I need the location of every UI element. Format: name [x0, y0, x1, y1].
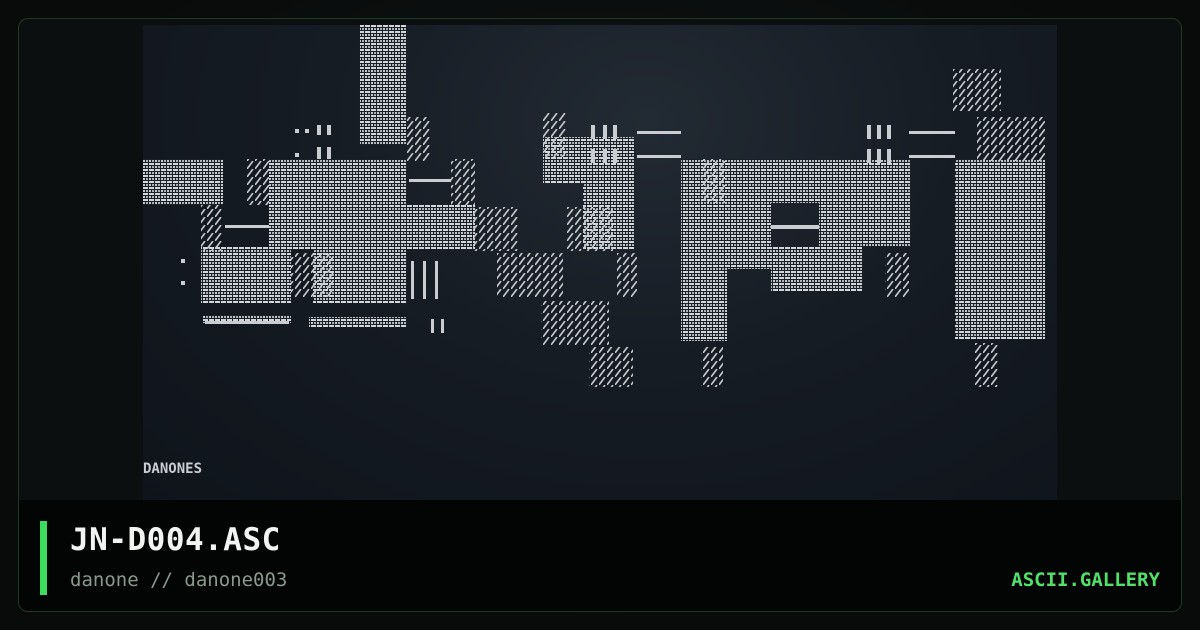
art-dot [409, 179, 451, 182]
caption-bar: JN-D004.ASC danone // danone003 ASCII.GA… [19, 500, 1181, 611]
art-dot [441, 319, 444, 333]
art-stroke [543, 113, 567, 157]
art-stroke [953, 69, 1001, 111]
art-stroke [567, 207, 613, 251]
art-dot [423, 261, 426, 299]
art-dot [295, 153, 299, 157]
art-dot [887, 125, 891, 139]
art-block [681, 203, 771, 269]
art-stroke [701, 347, 723, 387]
art-dot [613, 125, 617, 139]
art-block [771, 247, 863, 291]
art-dot [591, 149, 595, 163]
ascii-art-preview: DANONES [143, 25, 1057, 501]
art-stroke [473, 207, 519, 251]
art-dot [181, 259, 185, 263]
art-dot [867, 125, 871, 139]
art-block [955, 159, 1045, 339]
art-stroke [247, 159, 269, 205]
og-card: DANONES JN-D004.ASC danone // danone003 … [0, 0, 1200, 630]
art-dot [909, 131, 955, 134]
art-dot [327, 125, 331, 135]
art-dot [411, 261, 414, 299]
art-dot [317, 147, 321, 159]
art-stroke [701, 159, 725, 203]
art-dot [613, 149, 617, 163]
art-block [201, 247, 291, 303]
art-dot [591, 125, 595, 139]
art-stroke [589, 347, 633, 387]
art-block [143, 159, 223, 205]
art-dot [909, 155, 955, 158]
art-dot [877, 149, 881, 163]
art-block [681, 269, 727, 341]
art-stroke [291, 253, 335, 297]
art-dot [877, 125, 881, 139]
art-block [360, 25, 406, 145]
art-stroke [885, 253, 909, 297]
card-frame: DANONES JN-D004.ASC danone // danone003 … [18, 18, 1182, 612]
file-subtitle: danone // danone003 [70, 569, 288, 591]
art-dot [435, 261, 438, 299]
art-dot [637, 155, 681, 158]
art-dot [205, 321, 289, 324]
art-dot [771, 225, 819, 229]
art-stroke [975, 343, 999, 387]
site-brand: ASCII.GALLERY [1011, 569, 1160, 591]
art-dot [603, 149, 607, 163]
art-dot [603, 125, 607, 139]
art-block [309, 317, 407, 327]
art-dot [867, 149, 871, 163]
art-stroke [497, 253, 563, 297]
art-stroke [451, 159, 475, 205]
ascii-art-image: DANONES [143, 25, 1045, 477]
art-block [819, 203, 911, 247]
art-block [407, 205, 475, 249]
art-dot [327, 147, 331, 159]
art-stroke [201, 205, 223, 251]
art-dot [317, 125, 321, 135]
art-dot [305, 129, 309, 133]
file-title: JN-D004.ASC [70, 522, 281, 558]
art-stroke [977, 117, 1045, 161]
art-block [269, 159, 407, 249]
art-dot [225, 225, 269, 228]
art-stroke [407, 117, 431, 161]
art-dot [431, 319, 434, 333]
art-dot [887, 149, 891, 163]
art-stroke [617, 253, 637, 297]
artist-signature: DANONES [143, 461, 202, 477]
art-stroke [541, 301, 609, 345]
accent-bar [40, 521, 47, 595]
art-dot [637, 131, 681, 134]
art-dot [181, 281, 185, 285]
art-dot [295, 129, 299, 133]
